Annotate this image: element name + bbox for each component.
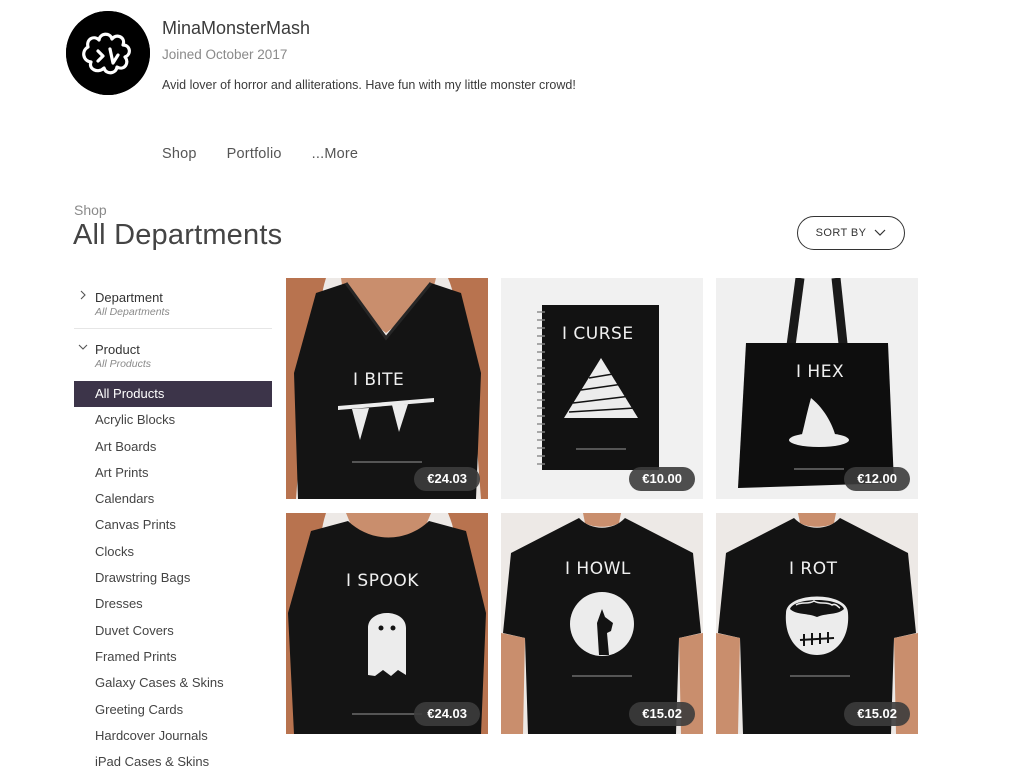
nav-shop-link[interactable]: Shop bbox=[162, 146, 197, 162]
product-type-art-boards[interactable]: Art Boards bbox=[74, 434, 272, 460]
product-type-framed-prints[interactable]: Framed Prints bbox=[74, 644, 272, 670]
page-title: All Departments bbox=[73, 219, 283, 251]
product-title: I SPOOK bbox=[346, 571, 419, 591]
product-type-all-products[interactable]: All Products bbox=[74, 381, 272, 408]
sort-by-button[interactable]: SORT BY bbox=[797, 216, 905, 250]
profile-nav: Shop Portfolio ...More bbox=[162, 146, 388, 162]
product-card[interactable]: I HEX €12.00 bbox=[716, 278, 918, 499]
product-title: I BITE bbox=[353, 370, 405, 390]
nav-more-link[interactable]: ...More bbox=[312, 146, 359, 162]
tshirt-image bbox=[716, 513, 918, 734]
product-title: I HEX bbox=[796, 362, 845, 382]
product-type-canvas-prints[interactable]: Canvas Prints bbox=[74, 512, 272, 538]
product-filter-title: Product bbox=[95, 342, 140, 357]
tshirt-image bbox=[501, 513, 703, 734]
product-type-duvet-covers[interactable]: Duvet Covers bbox=[74, 618, 272, 644]
sort-by-label: SORT BY bbox=[815, 227, 867, 239]
product-type-drawstring-bags[interactable]: Drawstring Bags bbox=[74, 565, 272, 591]
product-card[interactable]: I CURSE €10.00 bbox=[501, 278, 703, 499]
chevron-right-icon bbox=[80, 290, 86, 300]
price-badge: €15.02 bbox=[844, 702, 910, 726]
product-filter-value: All Products bbox=[95, 358, 152, 370]
product-card[interactable]: I HOWL €15.02 bbox=[501, 513, 703, 734]
price-badge: €10.00 bbox=[629, 467, 695, 491]
department-filter-value: All Departments bbox=[95, 306, 170, 318]
nav-portfolio-link[interactable]: Portfolio bbox=[227, 146, 282, 162]
product-type-ipad-cases-skins[interactable]: iPad Cases & Skins bbox=[74, 749, 272, 770]
product-type-calendars[interactable]: Calendars bbox=[74, 486, 272, 512]
product-card[interactable]: I BITE €24.03 bbox=[286, 278, 488, 499]
notebook-image bbox=[501, 278, 703, 499]
chevron-down-icon bbox=[874, 229, 886, 236]
relaxed-tee-image bbox=[286, 513, 488, 734]
monster-logo-icon bbox=[66, 11, 150, 95]
price-badge: €15.02 bbox=[629, 702, 695, 726]
department-filter[interactable]: Department All Departments bbox=[74, 282, 272, 329]
product-filter[interactable]: Product All Products bbox=[74, 329, 272, 381]
breadcrumb[interactable]: Shop bbox=[74, 202, 107, 218]
product-title: I ROT bbox=[789, 559, 838, 579]
price-badge: €24.03 bbox=[414, 702, 480, 726]
ghost-icon bbox=[368, 613, 406, 676]
product-type-acrylic-blocks[interactable]: Acrylic Blocks bbox=[74, 407, 272, 433]
profile-joined-date: Joined October 2017 bbox=[162, 47, 288, 62]
filter-sidebar: Department All Departments Product All P… bbox=[74, 282, 272, 770]
profile-bio: Avid lover of horror and alliterations. … bbox=[162, 78, 576, 92]
product-type-greeting-cards[interactable]: Greeting Cards bbox=[74, 697, 272, 723]
price-badge: €12.00 bbox=[844, 467, 910, 491]
product-type-galaxy-cases-skins[interactable]: Galaxy Cases & Skins bbox=[74, 670, 272, 696]
product-card[interactable]: I ROT €15.02 bbox=[716, 513, 918, 734]
product-type-dresses[interactable]: Dresses bbox=[74, 591, 272, 617]
product-type-clocks[interactable]: Clocks bbox=[74, 539, 272, 565]
wolf-moon-icon bbox=[570, 592, 634, 656]
avatar[interactable] bbox=[66, 11, 150, 95]
tote-bag-image bbox=[716, 278, 918, 499]
profile-name: MinaMonsterMash bbox=[162, 18, 311, 38]
product-type-art-prints[interactable]: Art Prints bbox=[74, 460, 272, 486]
product-type-hardcover-journals[interactable]: Hardcover Journals bbox=[74, 723, 272, 749]
product-title: I HOWL bbox=[565, 559, 631, 579]
chevron-down-icon bbox=[78, 344, 88, 350]
department-filter-title: Department bbox=[95, 290, 163, 305]
price-badge: €24.03 bbox=[414, 467, 480, 491]
product-title: I CURSE bbox=[562, 324, 634, 344]
product-card[interactable]: I SPOOK €24.03 bbox=[286, 513, 488, 734]
product-type-list: All Products Acrylic Blocks Art Boards A… bbox=[74, 381, 272, 770]
